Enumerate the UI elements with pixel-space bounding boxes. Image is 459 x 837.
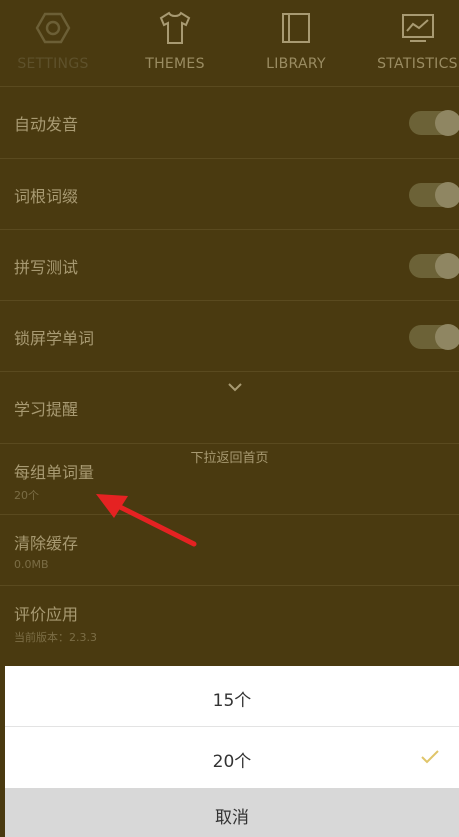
setting-title: 清除缓存 (14, 534, 79, 553)
setting-auto-pronounce[interactable]: 自动发音 (0, 87, 459, 158)
cancel-label: 取消 (215, 808, 249, 828)
tab-library[interactable]: LIBRARY (243, 0, 349, 86)
option-15[interactable]: 15个 (5, 666, 459, 726)
tab-themes-label: THEMES (145, 56, 205, 72)
setting-title: 词根词缀 (14, 187, 79, 206)
setting-title: 自动发音 (14, 115, 79, 134)
setting-lockscreen-words[interactable]: 锁屏学单词 (0, 301, 459, 372)
chart-icon (401, 14, 434, 42)
checkmark-icon (421, 750, 439, 764)
auto-pronounce-toggle[interactable] (409, 110, 459, 136)
setting-spelling-test[interactable]: 拼写测试 (0, 230, 459, 301)
setting-title: 评价应用 (14, 605, 79, 624)
word-count-picker-sheet: 15个 20个 取消 (5, 666, 459, 837)
setting-title: 每组单词量 (14, 463, 95, 482)
setting-value: 0.0MB (14, 558, 49, 571)
option-20[interactable]: 20个 (5, 727, 459, 787)
setting-rate-app[interactable]: 评价应用 当前版本：2.3.3 (0, 586, 459, 657)
setting-title: 锁屏学单词 (14, 329, 95, 348)
setting-title: 学习提醒 (14, 400, 79, 419)
roots-affixes-toggle[interactable] (409, 182, 459, 208)
top-tab-bar: SETTINGS THEMES LIBRARY STATISTICS (0, 0, 459, 86)
setting-words-per-group[interactable]: 每组单词量 20个 (0, 444, 459, 515)
hexagon-settings-icon (35, 12, 71, 44)
setting-title: 拼写测试 (14, 258, 79, 277)
tab-settings-label: SETTINGS (17, 56, 89, 72)
tab-library-label: LIBRARY (266, 56, 326, 72)
setting-value: 当前版本：2.3.3 (14, 631, 97, 644)
lockscreen-words-toggle[interactable] (409, 324, 459, 350)
tshirt-icon (159, 11, 191, 44)
option-label: 20个 (212, 752, 252, 772)
setting-value: 20个 (14, 489, 39, 502)
cancel-button[interactable]: 取消 (5, 788, 459, 837)
setting-study-reminder[interactable]: 学习提醒 (0, 372, 459, 443)
tab-statistics-label: STATISTICS (377, 56, 458, 72)
tab-settings[interactable]: SETTINGS (0, 0, 106, 86)
annotation-arrow-icon (96, 494, 197, 547)
tab-themes[interactable]: THEMES (122, 0, 228, 86)
setting-roots-affixes[interactable]: 词根词缀 (0, 159, 459, 230)
book-icon (282, 13, 310, 43)
spelling-test-toggle[interactable] (409, 253, 459, 279)
option-label: 15个 (212, 691, 252, 711)
tab-statistics[interactable]: STATISTICS (370, 0, 459, 86)
setting-clear-cache[interactable]: 清除缓存 0.0MB (0, 515, 459, 586)
